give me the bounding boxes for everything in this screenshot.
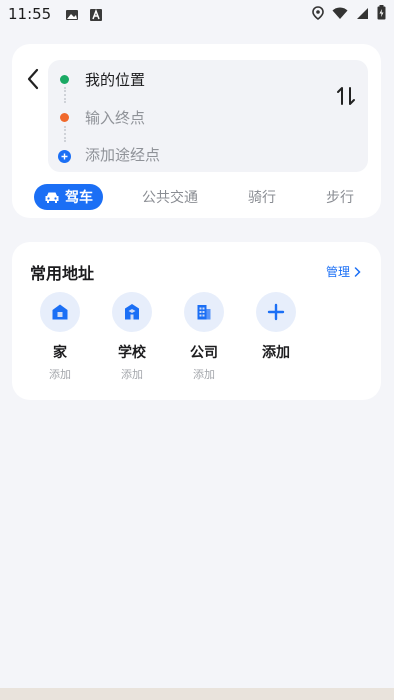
image-icon <box>65 7 79 21</box>
back-button[interactable] <box>22 66 44 92</box>
add-waypoint-label: 添加途经点 <box>85 145 161 164</box>
school-icon <box>112 292 152 332</box>
signal-icon <box>356 5 369 24</box>
address-school[interactable]: 学校 添加 <box>104 292 160 382</box>
destination-dot <box>60 112 69 122</box>
address-add[interactable]: 添加 <box>248 292 304 382</box>
plus-circle-icon <box>58 148 71 163</box>
destination-placeholder: 输入终点 <box>85 108 146 127</box>
frequent-addresses-card: 常用地址 管理 家 添加 学校 添加 公司 添加 添加 <box>12 242 381 400</box>
status-right-icons <box>312 4 386 24</box>
address-home-label: 家 <box>53 345 67 361</box>
frequent-addresses-title: 常用地址 <box>30 264 95 283</box>
route-inputs: 我的位置 输入终点 添加途经点 <box>48 60 368 172</box>
tab-transit[interactable]: 公共交通 <box>136 184 204 210</box>
swap-route-button[interactable] <box>334 84 358 108</box>
address-office-sub: 添加 <box>193 368 215 381</box>
battery-icon <box>377 4 386 24</box>
address-office-label: 公司 <box>190 345 218 361</box>
office-icon <box>184 292 224 332</box>
tab-bike-label: 骑行 <box>248 190 276 206</box>
route-planner-card: 我的位置 输入终点 添加途经点 驾车 公共交通 骑行 步行 <box>12 44 381 218</box>
tab-transit-label: 公共交通 <box>142 190 198 206</box>
address-school-label: 学校 <box>118 345 146 361</box>
tab-drive[interactable]: 驾车 <box>34 184 103 210</box>
car-icon <box>45 192 59 203</box>
status-time: 11:55 <box>8 5 52 23</box>
a-letter-icon <box>89 7 103 21</box>
address-school-sub: 添加 <box>121 368 143 381</box>
status-bar: 11:55 <box>0 0 394 28</box>
origin-row[interactable]: 我的位置 <box>48 64 328 94</box>
tab-drive-label: 驾车 <box>65 190 93 206</box>
address-home[interactable]: 家 添加 <box>32 292 88 382</box>
address-office[interactable]: 公司 添加 <box>176 292 232 382</box>
manage-button[interactable]: 管理 <box>326 263 361 280</box>
plus-icon <box>256 292 296 332</box>
tab-walk-label: 步行 <box>326 190 354 206</box>
tab-walk[interactable]: 步行 <box>318 184 362 210</box>
chevron-right-icon <box>354 266 361 277</box>
address-add-label: 添加 <box>262 345 290 361</box>
destination-input[interactable]: 输入终点 <box>48 102 328 132</box>
wifi-icon <box>332 5 348 24</box>
origin-dot <box>60 74 69 84</box>
swap-icon <box>337 87 355 105</box>
address-home-sub: 添加 <box>49 368 71 381</box>
origin-text: 我的位置 <box>85 70 146 89</box>
tab-bike[interactable]: 骑行 <box>240 184 284 210</box>
manage-label: 管理 <box>325 265 350 279</box>
bottom-strip <box>0 688 394 700</box>
add-waypoint-button[interactable]: 添加途经点 <box>48 139 328 169</box>
home-icon <box>40 292 80 332</box>
location-icon <box>312 5 324 24</box>
travel-mode-tabs: 驾车 公共交通 骑行 步行 <box>12 180 381 210</box>
chevron-left-icon <box>27 68 39 90</box>
